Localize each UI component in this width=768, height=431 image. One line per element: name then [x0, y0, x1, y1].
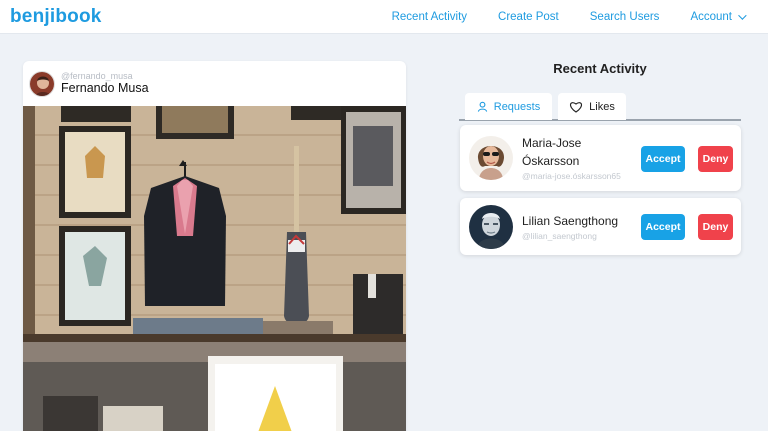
post-author-avatar[interactable]: [29, 70, 55, 97]
request-name[interactable]: Maria-Jose Óskarsson: [522, 134, 634, 170]
recent-activity-title: Recent Activity: [553, 61, 647, 76]
request-avatar[interactable]: [469, 204, 513, 249]
top-navbar: benjibook Recent Activity Create Post Se…: [0, 0, 768, 34]
request-card: Maria-Jose Óskarsson @maria-jose.óskarss…: [460, 125, 741, 191]
post-author-name[interactable]: Fernando Musa: [61, 81, 149, 95]
activity-tabs: Requests Likes: [459, 93, 741, 121]
tab-likes[interactable]: Likes: [558, 93, 626, 120]
deny-button[interactable]: Deny: [698, 214, 733, 240]
request-handle[interactable]: @lilian_saengthong: [522, 230, 634, 242]
heart-icon: [570, 101, 583, 113]
nav-search-users[interactable]: Search Users: [590, 11, 660, 23]
nav-recent-activity[interactable]: Recent Activity: [392, 11, 467, 23]
nav-create-post[interactable]: Create Post: [498, 11, 559, 23]
post-author-handle[interactable]: @fernando_musa: [61, 71, 149, 81]
accept-button[interactable]: Accept: [641, 214, 685, 240]
nav-account[interactable]: Account: [690, 10, 747, 23]
request-avatar[interactable]: [469, 136, 513, 180]
request-card: Lilian Saengthong @lilian_saengthong Acc…: [460, 198, 741, 255]
post-card: @fernando_musa Fernando Musa: [23, 61, 406, 431]
brand-logo[interactable]: benjibook: [10, 6, 102, 28]
nav-links: Recent Activity Create Post Search Users…: [392, 11, 758, 23]
nav-account-label: Account: [690, 10, 732, 23]
request-name[interactable]: Lilian Saengthong: [522, 212, 634, 230]
chevron-down-icon: [738, 10, 747, 20]
user-icon: [477, 101, 487, 112]
post-image[interactable]: [23, 106, 406, 431]
request-handle[interactable]: @maria-jose.óskarsson65: [522, 170, 634, 182]
tab-requests-label: Requests: [493, 100, 541, 113]
request-info: Maria-Jose Óskarsson @maria-jose.óskarss…: [522, 134, 634, 182]
tab-requests[interactable]: Requests: [465, 93, 552, 120]
post-header: @fernando_musa Fernando Musa: [23, 61, 406, 106]
post-author-meta: @fernando_musa Fernando Musa: [61, 71, 149, 96]
request-info: Lilian Saengthong @lilian_saengthong: [522, 212, 634, 242]
tab-likes-label: Likes: [589, 100, 615, 113]
deny-button[interactable]: Deny: [698, 146, 733, 172]
recent-activity-panel: Recent Activity Requests Likes Maria-Jos…: [459, 55, 741, 255]
accept-button[interactable]: Accept: [641, 146, 685, 172]
